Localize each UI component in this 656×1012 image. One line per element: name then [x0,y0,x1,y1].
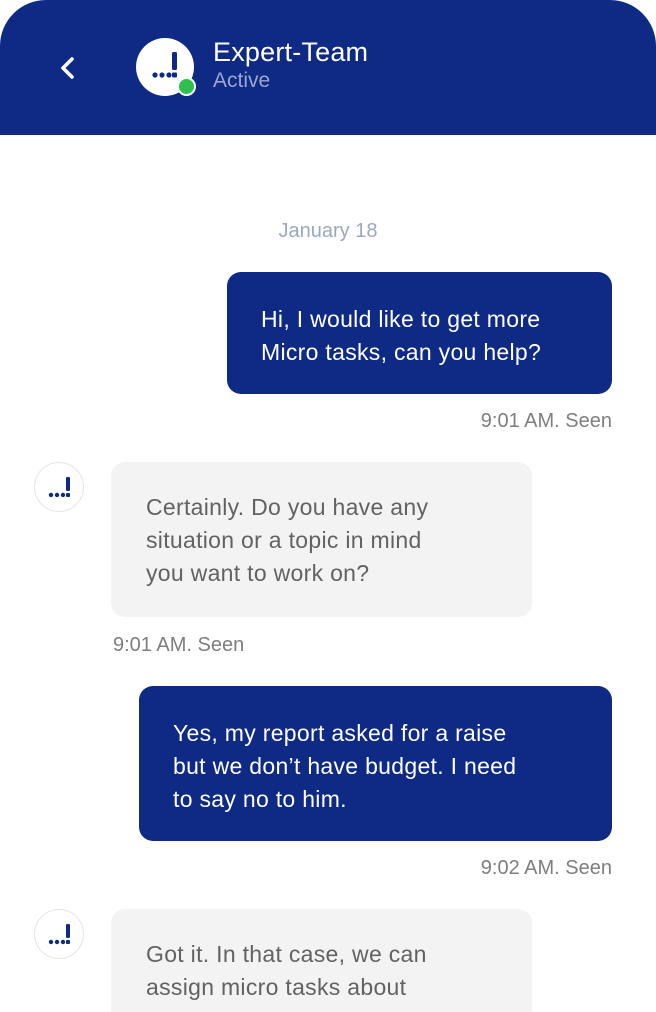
message-meta: 9:01 AM. Seen [480,410,612,432]
message-line: you want to work on? [146,560,370,586]
chat-screen: Expert-Team Active January 18 Hi, I woul… [0,0,656,1012]
message-line: Got it. In that case, we can [146,941,427,967]
expert-team-logo-icon [48,924,70,945]
message-meta: 9:02 AM. Seen [480,857,612,879]
date-separator: January 18 [278,220,378,242]
message-meta: 9:01 AM. Seen [113,634,245,656]
message-line: situation or a topic in mind [146,527,422,553]
online-status-icon [177,77,196,96]
contact-name: Expert-Team [213,37,369,67]
chevron-left-icon [58,55,78,86]
chat-header: Expert-Team Active [0,0,656,135]
back-button[interactable] [48,50,88,90]
message-line: assign micro tasks about [146,974,407,1000]
contact-status: Active [213,69,271,92]
message-line: Micro tasks, can you help? [261,339,542,365]
sender-avatar[interactable] [34,909,84,959]
expert-team-logo-icon [48,477,70,498]
sender-avatar[interactable] [34,462,84,512]
message-line: Hi, I would like to get more [261,306,541,332]
message-line: to say no to him. [173,786,347,812]
message-line: but we don’t have budget. I need [173,753,517,779]
message-bubble-incoming[interactable]: Got it. In that case, we can assign micr… [111,909,532,1012]
contact-avatar[interactable] [136,38,196,96]
message-bubble-outgoing[interactable]: Yes, my report asked for a raise but we … [139,686,612,841]
message-line: Yes, my report asked for a raise [173,720,507,746]
message-line: Certainly. Do you have any [146,494,429,520]
message-bubble-incoming[interactable]: Certainly. Do you have any situation or … [111,462,532,617]
message-bubble-outgoing[interactable]: Hi, I would like to get more Micro tasks… [227,272,612,394]
